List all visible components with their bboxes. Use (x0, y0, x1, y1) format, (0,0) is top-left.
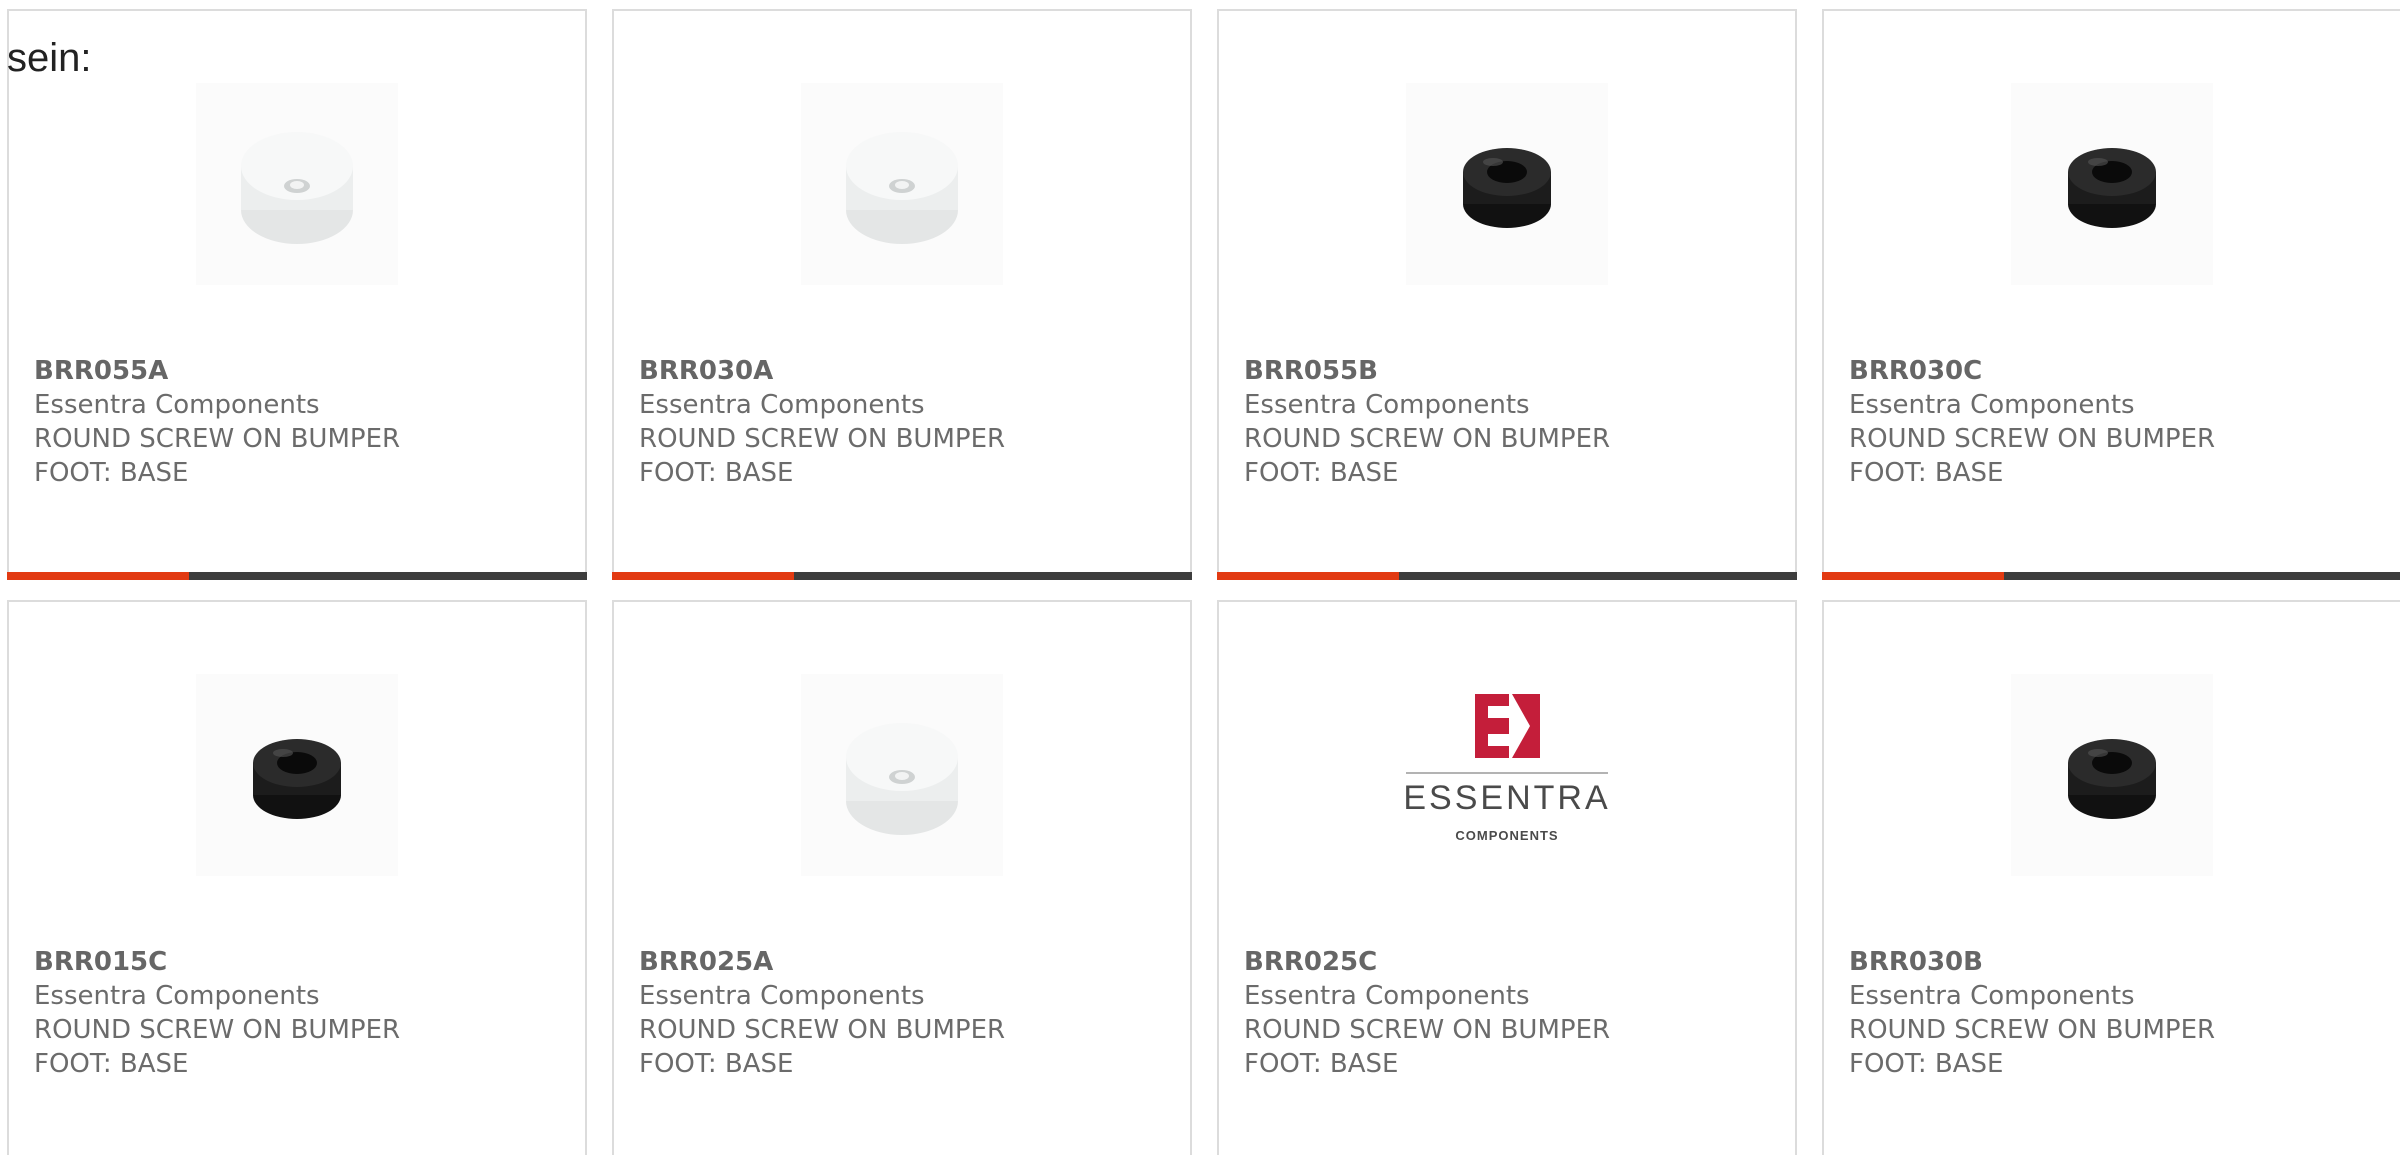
product-brand: Essentra Components (34, 981, 320, 1011)
card-accent-bar (612, 572, 1192, 580)
product-brand: Essentra Components (1849, 390, 2135, 420)
product-description: ROUND SCREW ON BUMPER (34, 1015, 401, 1045)
product-card[interactable]: BRR055A Essentra Components ROUND SCREW … (7, 9, 587, 580)
product-card[interactable]: BRR030C Essentra Components ROUND SCREW … (1822, 9, 2400, 580)
product-card[interactable]: BRR025A Essentra Components ROUND SCREW … (612, 600, 1192, 1155)
product-description: ROUND SCREW ON BUMPER (1849, 1015, 2216, 1045)
product-sku[interactable]: BRR030B (1849, 945, 2379, 979)
product-card[interactable]: BRR030B Essentra Components ROUND SCREW … (1822, 600, 2400, 1155)
product-image[interactable] (2011, 674, 2213, 876)
svg-text:ESSENTRA: ESSENTRA (1406, 779, 1608, 817)
product-card[interactable]: BRR015C Essentra Components ROUND SCREW … (7, 600, 587, 1155)
product-image[interactable] (801, 674, 1003, 876)
product-description-detail: FOOT: BASE (639, 458, 794, 488)
product-description: ROUND SCREW ON BUMPER (639, 424, 1006, 454)
product-image[interactable] (1406, 83, 1608, 285)
black-bumper-foot-icon (253, 739, 341, 819)
product-brand: Essentra Components (1244, 981, 1530, 1011)
product-description: ROUND SCREW ON BUMPER (639, 1015, 1006, 1045)
product-description: ROUND SCREW ON BUMPER (1244, 424, 1611, 454)
product-image[interactable] (801, 83, 1003, 285)
black-bumper-foot-icon (2068, 148, 2156, 228)
white-bumper-foot-icon (241, 132, 353, 244)
product-card[interactable]: BRR030A Essentra Components ROUND SCREW … (612, 9, 1192, 580)
product-description: ROUND SCREW ON BUMPER (1849, 424, 2216, 454)
product-description-detail: FOOT: BASE (1244, 1049, 1399, 1079)
product-description-detail: FOOT: BASE (1244, 458, 1399, 488)
black-bumper-foot-icon (1463, 148, 1551, 228)
product-description: ROUND SCREW ON BUMPER (34, 424, 401, 454)
product-sku[interactable]: BRR025A (639, 945, 1169, 979)
white-bumper-foot-icon (846, 132, 958, 244)
essentra-logo-icon: ESSENTRA COMPONENTS (1406, 694, 1608, 843)
product-description-detail: FOOT: BASE (34, 1049, 189, 1079)
svg-text:COMPONENTS: COMPONENTS (1455, 828, 1558, 843)
black-bumper-foot-icon (2068, 739, 2156, 819)
product-sku[interactable]: BRR025C (1244, 945, 1774, 979)
product-description-detail: FOOT: BASE (1849, 1049, 2004, 1079)
product-description-detail: FOOT: BASE (34, 458, 189, 488)
product-description-detail: FOOT: BASE (639, 1049, 794, 1079)
product-grid: BRR055A Essentra Components ROUND SCREW … (7, 9, 2400, 1155)
product-listing-page: sein: BRR055A Essentra Components ROUND … (0, 0, 2400, 1155)
card-accent-bar (1822, 572, 2400, 580)
product-sku[interactable]: BRR055A (34, 354, 564, 388)
product-description: ROUND SCREW ON BUMPER (1244, 1015, 1611, 1045)
product-brand: Essentra Components (639, 981, 925, 1011)
product-card[interactable]: ESSENTRA COMPONENTS BRR025C Essentra Com… (1217, 600, 1797, 1155)
product-image[interactable]: ESSENTRA COMPONENTS (1406, 674, 1608, 876)
product-brand: Essentra Components (1849, 981, 2135, 1011)
product-brand: Essentra Components (34, 390, 320, 420)
product-card[interactable]: BRR055B Essentra Components ROUND SCREW … (1217, 9, 1797, 580)
card-accent-bar (1217, 572, 1797, 580)
intro-text: sein: (7, 36, 92, 80)
product-description-detail: FOOT: BASE (1849, 458, 2004, 488)
product-image[interactable] (2011, 83, 2213, 285)
product-brand: Essentra Components (639, 390, 925, 420)
product-brand: Essentra Components (1244, 390, 1530, 420)
product-sku[interactable]: BRR030A (639, 354, 1169, 388)
product-sku[interactable]: BRR055B (1244, 354, 1774, 388)
card-accent-bar (7, 572, 587, 580)
product-sku[interactable]: BRR015C (34, 945, 564, 979)
product-image[interactable] (196, 83, 398, 285)
product-image[interactable] (196, 674, 398, 876)
product-sku[interactable]: BRR030C (1849, 354, 2379, 388)
white-bumper-foot-icon (846, 723, 958, 835)
